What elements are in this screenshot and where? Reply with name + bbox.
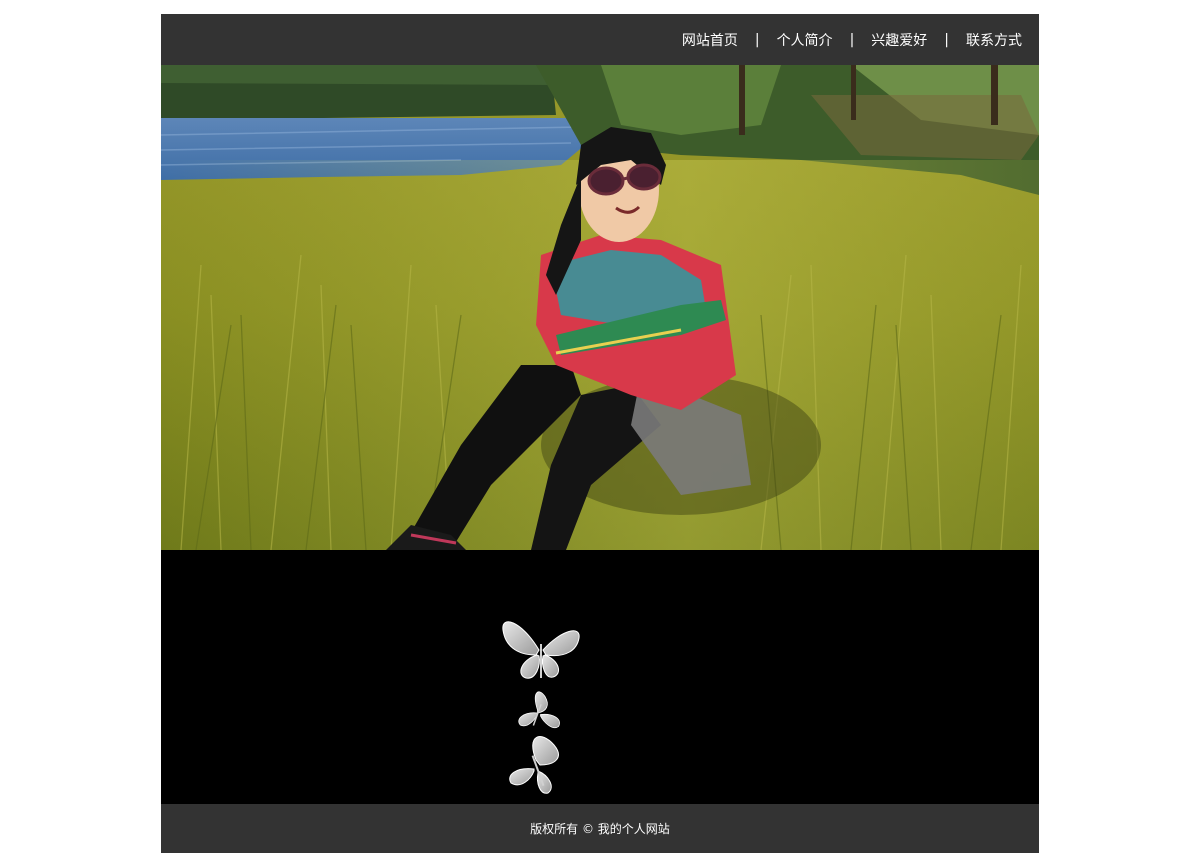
black-section <box>161 550 1039 804</box>
hero-photo <box>161 65 1039 550</box>
nav-contact-link[interactable]: 联系方式 <box>966 30 1022 50</box>
butterfly-icon <box>502 621 580 794</box>
site-footer: 版权所有 © 我的个人网站 <box>161 804 1039 853</box>
nav-hobbies-link[interactable]: 兴趣爱好 <box>871 30 927 50</box>
page-container: 网站首页 | 个人简介 | 兴趣爱好 | 联系方式 版权所有 © 我的个人网站 <box>161 14 1039 853</box>
nav-separator: | <box>944 31 949 48</box>
nav-separator: | <box>754 31 760 48</box>
main-nav: 网站首页 | 个人简介 | 兴趣爱好 | 联系方式 <box>682 14 1022 65</box>
nav-about-link[interactable]: 个人简介 <box>777 30 833 50</box>
copyright-text: 版权所有 © 我的个人网站 <box>530 822 670 836</box>
nav-separator: | <box>849 31 855 48</box>
top-navbar: 网站首页 | 个人简介 | 兴趣爱好 | 联系方式 <box>161 14 1039 65</box>
nav-home-link[interactable]: 网站首页 <box>682 30 738 50</box>
photo-woman-in-grass <box>161 65 1039 550</box>
